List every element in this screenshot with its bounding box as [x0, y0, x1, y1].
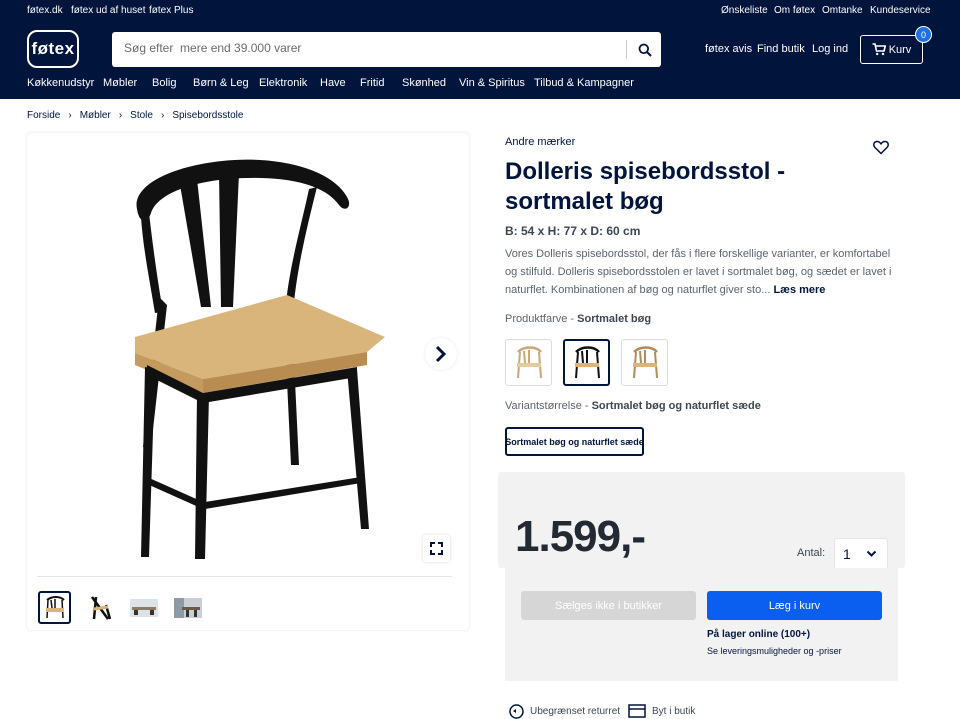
- return-icon: [509, 704, 524, 719]
- expand-image-button[interactable]: [423, 535, 450, 562]
- cart-icon: [872, 43, 886, 56]
- size-label-row: Variantstørrelse - Sortmalet bøg og natu…: [505, 400, 761, 412]
- usp-exchange: Byt i butik: [628, 704, 695, 718]
- cart-label: Kurv: [888, 43, 912, 56]
- color-label-row: Produktfarve - Sortmalet bøg: [505, 313, 651, 325]
- quantity-value: 1: [843, 545, 851, 562]
- search-icon: [638, 43, 652, 57]
- dining-thumbnail-image: [173, 597, 202, 618]
- topbar-link-ud-af-huset[interactable]: føtex ud af huset: [71, 5, 146, 16]
- product-image-chair[interactable]: [107, 147, 397, 567]
- topbar-link-fotex-dk[interactable]: føtex.dk: [27, 5, 63, 16]
- chevron-right-icon: [435, 345, 447, 363]
- product-description: Vores Dolleris spisebordsstol, der fås i…: [505, 245, 900, 299]
- color-value: Sortmalet bøg: [577, 313, 652, 325]
- color-swatch-black[interactable]: [563, 339, 610, 386]
- add-to-cart-button[interactable]: Læg i kurv: [707, 591, 882, 620]
- header-link-fotex-avis[interactable]: føtex avis: [705, 43, 752, 55]
- header-link-find-butik[interactable]: Find butik: [757, 43, 805, 55]
- cart-count-badge: 0: [915, 26, 932, 43]
- breadcrumb-spisebordsstole[interactable]: Spisebordsstole: [172, 110, 243, 121]
- color-swatch-oak[interactable]: [621, 339, 668, 386]
- breadcrumb: Forside › Møbler › Stole › Spisebordssto…: [27, 110, 243, 121]
- quantity-label: Antal:: [797, 547, 826, 559]
- cart-button[interactable]: Kurv 0: [860, 26, 932, 64]
- next-image-button[interactable]: [425, 338, 457, 370]
- site-header: føtex føtex avis Find butik Log ind Kurv…: [0, 22, 960, 99]
- header-link-log-ind[interactable]: Log ind: [812, 43, 848, 55]
- nav-item-kokkenudstyr[interactable]: Køkkenudstyr: [27, 77, 94, 89]
- search-button[interactable]: [632, 37, 658, 62]
- usp-returns: Ubegrænset returret: [509, 704, 620, 719]
- fullscreen-icon: [430, 542, 443, 555]
- color-label: Produktfarve -: [505, 313, 578, 325]
- heart-icon: [873, 140, 889, 155]
- chevron-right-icon: ›: [68, 110, 72, 121]
- breadcrumb-stole[interactable]: Stole: [130, 110, 153, 121]
- buy-box: [505, 568, 898, 681]
- nav-item-vin-spiritus[interactable]: Vin & Spiritus: [459, 77, 525, 89]
- store-availability-button[interactable]: Sælges ikke i butikker: [521, 591, 696, 620]
- nav-item-tilbud-kampagner[interactable]: Tilbud & Kampagner: [534, 77, 634, 89]
- product-description-text: Vores Dolleris spisebordsstol, der fås i…: [505, 248, 892, 296]
- store-icon: [628, 704, 646, 718]
- nav-item-skonhed[interactable]: Skønhed: [402, 77, 446, 89]
- topbar-link-fotex-plus[interactable]: føtex Plus: [149, 5, 193, 16]
- topbar-link-om-fotex[interactable]: Om føtex: [774, 5, 815, 16]
- room-thumbnail-image: [129, 598, 158, 617]
- usp-returns-text: Ubegrænset returret: [530, 706, 621, 717]
- topbar-link-omtanke[interactable]: Omtanke: [822, 5, 863, 16]
- thumbnail-4[interactable]: [171, 591, 204, 624]
- chevron-down-icon: [866, 550, 877, 557]
- thumbnail-2[interactable]: [83, 591, 116, 624]
- size-option-button[interactable]: Sortmalet bøg og naturflet sæde: [505, 427, 644, 456]
- nav-item-mobler[interactable]: Møbler: [103, 77, 137, 89]
- thumbnail-divider: [37, 576, 452, 577]
- nav-item-born-leg[interactable]: Børn & Leg: [193, 77, 249, 89]
- product-gallery: [27, 133, 469, 630]
- product-title: Dolleris spisebordsstol - sortmalet bøg: [505, 158, 786, 215]
- chevron-right-icon: ›: [160, 110, 165, 121]
- stock-status: På lager online (100+): [707, 629, 811, 640]
- topbar-link-kundeservice[interactable]: Kundeservice: [870, 5, 931, 16]
- thumbnail-3[interactable]: [127, 591, 160, 624]
- color-swatch-natural[interactable]: [505, 339, 552, 386]
- breadcrumb-mobler[interactable]: Møbler: [80, 110, 111, 121]
- nav-item-have[interactable]: Have: [320, 77, 346, 89]
- delivery-options-link[interactable]: Se leveringsmuligheder og -priser: [707, 646, 842, 656]
- search-bar: [112, 32, 661, 67]
- quantity-select[interactable]: 1: [834, 538, 888, 569]
- nav-item-fritid[interactable]: Fritid: [360, 77, 384, 89]
- chair-thumbnail-image: [45, 595, 65, 618]
- thumbnail-1[interactable]: [38, 591, 71, 624]
- chair-side-thumbnail-image: [90, 595, 111, 620]
- product-dimensions: B: 54 x H: 77 x D: 60 cm: [505, 224, 641, 238]
- search-input[interactable]: [124, 41, 614, 55]
- size-value: Sortmalet bøg og naturflet sæde: [591, 400, 761, 412]
- product-brand[interactable]: Andre mærker: [505, 136, 575, 148]
- search-divider: [626, 40, 627, 59]
- chair-oak-thumbnail-image: [632, 345, 658, 378]
- breadcrumb-forside[interactable]: Forside: [27, 110, 60, 121]
- nav-item-bolig[interactable]: Bolig: [152, 77, 176, 89]
- topbar-link-onskeliste[interactable]: Ønskeliste: [721, 5, 768, 16]
- chair-black-thumbnail-image: [574, 345, 600, 378]
- chair-natural-thumbnail-image: [516, 345, 542, 378]
- product-price: 1.599,-: [515, 512, 646, 561]
- top-bar: føtex.dk føtex ud af huset føtex Plus Øn…: [0, 0, 960, 22]
- read-more-link[interactable]: Læs mere: [773, 284, 825, 296]
- chevron-right-icon: ›: [118, 110, 123, 121]
- size-label: Variantstørrelse -: [505, 400, 592, 412]
- nav-item-elektronik[interactable]: Elektronik: [259, 77, 307, 89]
- fotex-logo[interactable]: føtex: [27, 30, 79, 68]
